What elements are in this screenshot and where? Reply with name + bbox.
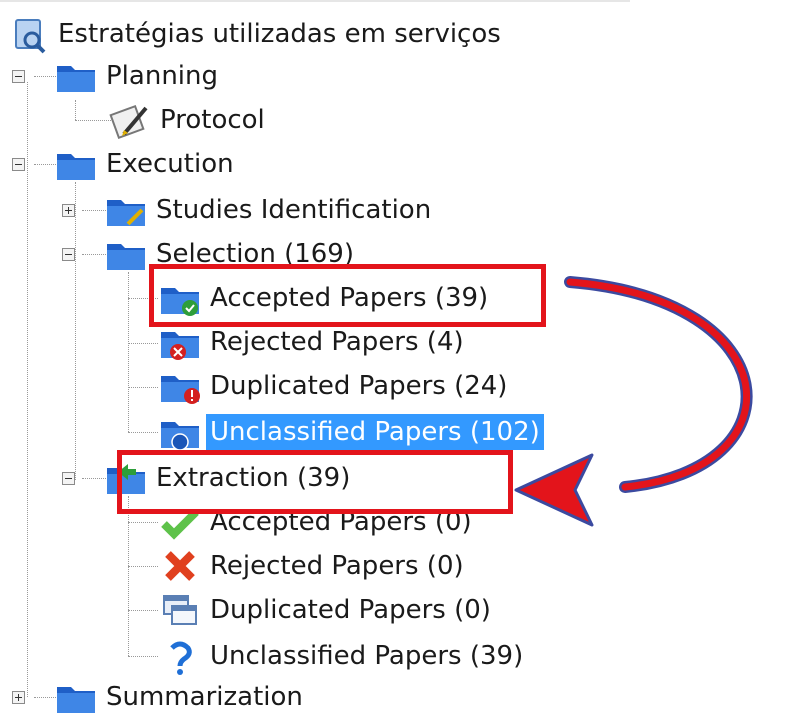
annotation-arrow: [514, 276, 753, 527]
